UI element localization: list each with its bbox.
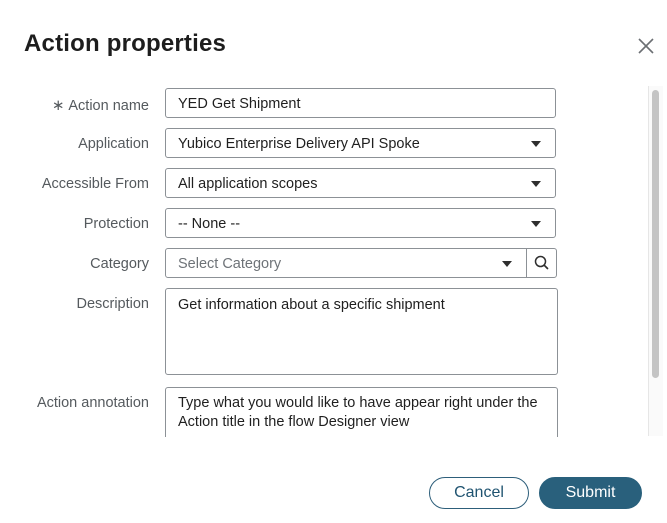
close-button[interactable] xyxy=(634,34,658,58)
action-annotation-placeholder: Type what you would like to have appear … xyxy=(178,395,538,430)
form-scroll-area[interactable]: ∗ Action name YED Get Shipment Applicatio… xyxy=(0,84,648,437)
protection-row: Protection -- None -- xyxy=(0,208,648,240)
category-placeholder: Select Category xyxy=(178,256,282,272)
protection-select[interactable]: -- None -- xyxy=(165,208,556,238)
description-row: Description Get information about a spec… xyxy=(0,288,648,376)
category-row: Category Select Category xyxy=(0,248,648,280)
action-annotation-label: Action annotation xyxy=(36,395,149,411)
chevron-down-icon xyxy=(531,141,541,147)
action-name-label: ∗ Action name xyxy=(51,97,149,114)
application-row: Application Yubico Enterprise Delivery A… xyxy=(0,128,648,160)
action-name-value: YED Get Shipment xyxy=(178,96,301,112)
category-select[interactable]: Select Category xyxy=(165,248,527,278)
vertical-scrollbar[interactable] xyxy=(648,86,663,436)
close-icon xyxy=(638,38,654,54)
application-value: Yubico Enterprise Delivery API Spoke xyxy=(178,136,420,152)
description-textarea[interactable]: Get information about a specific shipmen… xyxy=(165,288,558,375)
dialog-title: Action properties xyxy=(24,30,227,57)
protection-label: Protection xyxy=(83,216,149,232)
search-icon xyxy=(534,255,549,270)
required-marker: ∗ xyxy=(51,97,65,114)
protection-value: -- None -- xyxy=(178,216,241,232)
accessible-from-label: Accessible From xyxy=(41,176,149,192)
accessible-from-select[interactable]: All application scopes xyxy=(165,168,556,198)
action-annotation-textarea[interactable]: Type what you would like to have appear … xyxy=(165,387,558,437)
scrollbar-thumb[interactable] xyxy=(652,90,659,378)
chevron-down-icon xyxy=(531,181,541,187)
action-annotation-row: Action annotation Type what you would li… xyxy=(0,387,648,437)
action-name-row: ∗ Action name YED Get Shipment xyxy=(0,88,648,120)
accessible-from-row: Accessible From All application scopes xyxy=(0,168,648,200)
action-name-input[interactable]: YED Get Shipment xyxy=(165,88,556,118)
description-value: Get information about a specific shipmen… xyxy=(178,297,445,313)
description-label: Description xyxy=(76,296,149,312)
submit-button[interactable]: Submit xyxy=(539,477,642,509)
chevron-down-icon xyxy=(502,261,512,267)
chevron-down-icon xyxy=(531,221,541,227)
application-label: Application xyxy=(78,136,149,152)
application-select[interactable]: Yubico Enterprise Delivery API Spoke xyxy=(165,128,556,158)
category-lookup-button[interactable] xyxy=(526,248,557,278)
accessible-from-value: All application scopes xyxy=(178,176,318,192)
category-label: Category xyxy=(90,256,149,272)
cancel-button[interactable]: Cancel xyxy=(429,477,529,509)
